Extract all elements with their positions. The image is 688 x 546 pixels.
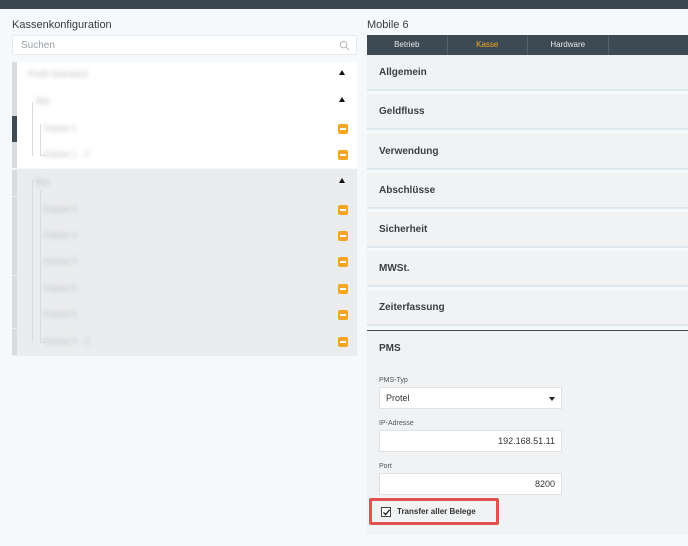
tab-hardware[interactable]: Hardware [528, 35, 609, 55]
check-icon [383, 509, 391, 516]
tree-row-item[interactable]: Kasse 6 [12, 276, 357, 302]
section-pms[interactable]: PMS [379, 343, 401, 354]
tree-row-item[interactable]: Kasse 6 [12, 302, 357, 328]
ip-address-field[interactable]: 192.168.51.11 [379, 430, 562, 452]
tree-connector [40, 155, 46, 156]
collapse-arrow-icon[interactable] [339, 70, 345, 75]
pms-panel: PMS PMS-Typ Protel IP-Adresse 192.168.51… [367, 330, 688, 535]
tree-connector [40, 342, 46, 343]
remove-icon[interactable] [338, 284, 348, 294]
tab-more[interactable] [609, 35, 688, 55]
transfer-checkbox[interactable] [381, 507, 391, 517]
tree-row-item[interactable]: Kasse 1 - 2 [12, 142, 357, 168]
port-field[interactable]: 8200 [379, 473, 562, 495]
search-icon[interactable] [339, 40, 350, 51]
pms-type-select[interactable]: Protel [379, 387, 562, 409]
tree-connector [32, 180, 33, 342]
tree-row-item[interactable]: Kasse 5 [12, 249, 357, 275]
tree-row-item[interactable]: Kasse 3 [12, 197, 357, 223]
transfer-label: Transfer aller Belege [397, 507, 476, 516]
section-geldfluss[interactable]: Geldfluss [367, 94, 688, 130]
tree-connector [32, 102, 33, 156]
device-title: Mobile 6 [367, 19, 409, 31]
kassenkonfiguration-title: Kassenkonfiguration [12, 19, 112, 31]
tree-row-group[interactable]: Profil Standard [12, 62, 357, 89]
tree-connector [40, 190, 41, 343]
section-allgemein[interactable]: Allgemein [367, 55, 688, 91]
tree-row-group[interactable]: Bar [12, 170, 357, 196]
remove-icon[interactable] [338, 231, 348, 241]
collapse-arrow-icon[interactable] [339, 178, 345, 183]
pms-type-label: PMS-Typ [379, 377, 408, 384]
section-mwst[interactable]: MWSt. [367, 251, 688, 287]
ip-address-label: IP-Adresse [379, 420, 414, 427]
remove-icon[interactable] [338, 337, 348, 347]
transfer-highlight: Transfer aller Belege [369, 498, 499, 525]
tree-row-group[interactable]: Bar [12, 89, 357, 116]
chevron-down-icon [549, 397, 555, 401]
pms-type-value: Protel [386, 393, 410, 403]
tab-betrieb[interactable]: Betrieb [367, 35, 448, 55]
remove-icon[interactable] [338, 124, 348, 134]
section-abschluesse[interactable]: Abschlüsse [367, 173, 688, 209]
tree-connector [40, 124, 41, 156]
section-verwendung[interactable]: Verwendung [367, 134, 688, 170]
section-zeiterfassung[interactable]: Zeiterfassung [367, 290, 688, 326]
section-sicherheit[interactable]: Sicherheit [367, 212, 688, 248]
search-placeholder: Suchen [21, 40, 55, 51]
collapse-arrow-icon[interactable] [339, 97, 345, 102]
tree-connector [32, 180, 38, 181]
tab-bar: Betrieb Kasse Hardware [367, 35, 688, 55]
port-label: Port [379, 463, 392, 470]
remove-icon[interactable] [338, 150, 348, 160]
remove-icon[interactable] [338, 310, 348, 320]
remove-icon[interactable] [338, 205, 348, 215]
search-input[interactable]: Suchen [12, 35, 357, 55]
remove-icon[interactable] [338, 257, 348, 267]
tree-row-item[interactable]: Kasse 1 [12, 116, 357, 142]
tree-row-item[interactable]: Kasse 4 [12, 223, 357, 249]
tab-kasse[interactable]: Kasse [448, 35, 528, 55]
top-bar [0, 0, 688, 9]
tree-row-item[interactable]: Kasse 6 - 2 [12, 329, 357, 355]
